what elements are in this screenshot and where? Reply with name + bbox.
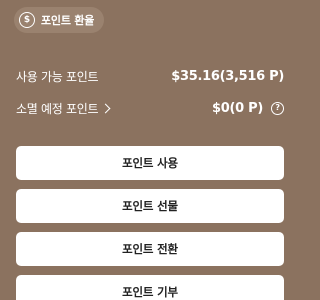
points-screen: $ 포인트 환율 사용 가능 포인트 $35.16(3,516 P) 소멸 예정… [0, 0, 300, 300]
convert-points-button[interactable]: 포인트 전환 [16, 232, 284, 266]
points-exchange-button[interactable]: $ 포인트 환율 [14, 7, 105, 33]
available-points-row: 사용 가능 포인트 $35.16(3,516 P) [16, 66, 284, 86]
expiring-points-link[interactable]: 소멸 예정 포인트 [16, 100, 111, 117]
available-points-label: 사용 가능 포인트 [16, 69, 99, 84]
donate-points-button[interactable]: 포인트 기부 [16, 275, 284, 300]
dollar-coin-icon: $ [19, 12, 35, 28]
help-icon[interactable]: ? [271, 101, 284, 115]
points-exchange-label: 포인트 환율 [41, 14, 95, 27]
gift-points-button[interactable]: 포인트 선물 [16, 189, 284, 223]
available-points-value: $35.16(3,516 P) [171, 68, 284, 84]
expiring-points-label: 소멸 예정 포인트 [16, 101, 99, 116]
expiring-points-row: 소멸 예정 포인트 $0(0 P) ? [16, 98, 284, 118]
expiring-points-value: $0(0 P) [212, 100, 263, 116]
use-points-button[interactable]: 포인트 사용 [16, 146, 284, 180]
chevron-right-icon [100, 103, 111, 114]
expiring-points-value-group: $0(0 P) ? [212, 101, 284, 116]
